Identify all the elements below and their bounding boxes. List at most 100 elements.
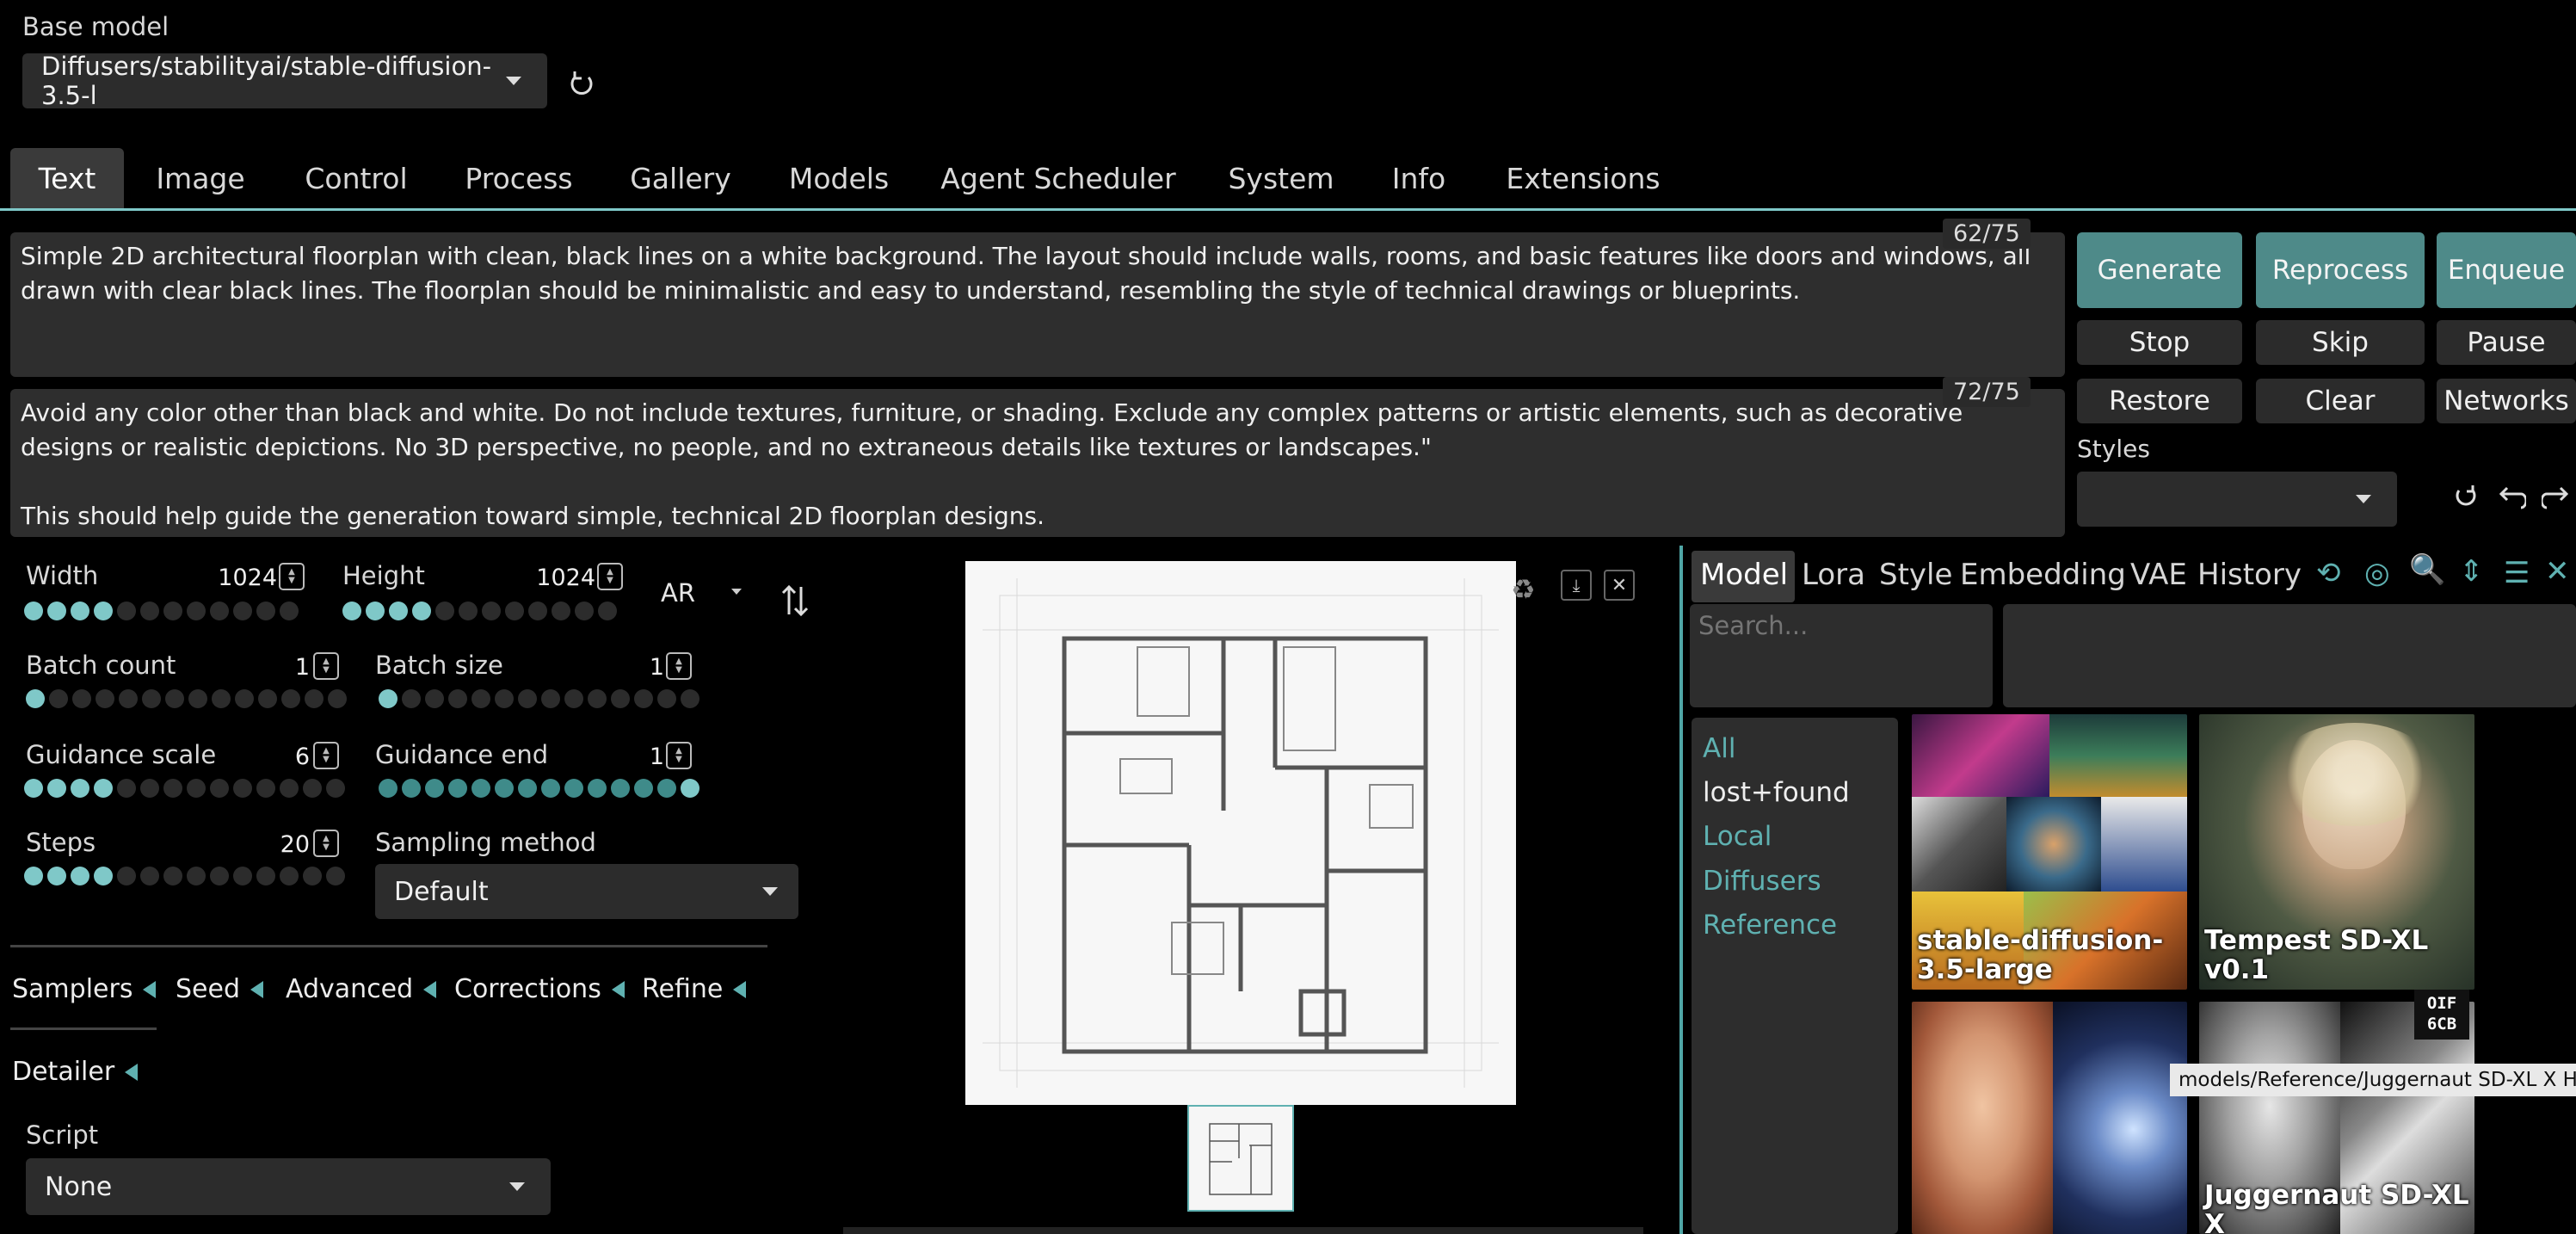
- width-value[interactable]: 1024: [198, 565, 277, 591]
- accordion-advanced[interactable]: Advanced: [286, 974, 437, 1004]
- clear-button[interactable]: Clear: [2256, 379, 2425, 423]
- width-stepper[interactable]: ▲ ▼: [279, 563, 305, 590]
- width-slider[interactable]: [24, 599, 303, 623]
- target-icon[interactable]: ◎: [2364, 556, 2390, 590]
- networks-button[interactable]: Networks: [2437, 379, 2576, 423]
- networks-tab-style[interactable]: Style: [1879, 558, 1952, 592]
- tab-control[interactable]: Control: [287, 148, 425, 208]
- chevron-down-icon: [762, 887, 778, 896]
- model-card-name: Tempest SD-XL v0.1: [2204, 925, 2429, 985]
- collapse-arrow-icon: [733, 980, 747, 998]
- networks-tab-model[interactable]: Model: [1700, 558, 1788, 592]
- model-card-name: Juggernaut SD-XL X: [2204, 1180, 2469, 1234]
- tab-agent-scheduler[interactable]: Agent Scheduler: [938, 148, 1179, 208]
- model-card-sd35[interactable]: stable-diffusion-3.5-large: [1912, 714, 2187, 990]
- tab-image[interactable]: Image: [138, 148, 263, 208]
- pause-button[interactable]: Pause: [2437, 320, 2576, 365]
- resize-vertical-icon[interactable]: ⇕: [2459, 554, 2484, 589]
- aspect-ratio-select[interactable]: AR: [661, 578, 695, 608]
- accordion-samplers[interactable]: Samplers: [12, 974, 157, 1004]
- script-label: Script: [26, 1120, 99, 1150]
- networks-tab-embedding[interactable]: Embedding: [1960, 558, 2126, 592]
- guidance-end-slider[interactable]: [379, 776, 704, 800]
- batch-count-stepper[interactable]: ▲ ▼: [313, 652, 339, 680]
- collapse-arrow-icon: [611, 980, 625, 998]
- stop-button[interactable]: Stop: [2077, 320, 2242, 365]
- tab-info[interactable]: Info: [1380, 148, 1457, 208]
- negative-prompt-input[interactable]: Avoid any color other than black and whi…: [10, 389, 2065, 537]
- undo-icon[interactable]: [2495, 482, 2528, 513]
- batch-size-label: Batch size: [375, 651, 503, 680]
- steps-value[interactable]: 20: [258, 831, 310, 858]
- prompt-token-counter: 62/75: [1943, 219, 2031, 249]
- output-thumbnail[interactable]: [1187, 1105, 1294, 1212]
- list-icon[interactable]: ☰: [2504, 556, 2530, 590]
- batch-count-slider[interactable]: [26, 687, 351, 711]
- category-lost-found[interactable]: lost+found: [1703, 777, 1850, 808]
- batch-size-value[interactable]: 1: [613, 654, 664, 681]
- close-icon[interactable]: ✕: [1604, 570, 1635, 601]
- tab-extensions[interactable]: Extensions: [1497, 148, 1669, 208]
- height-label: Height: [342, 561, 425, 590]
- search-icon[interactable]: 🔍: [2409, 552, 2445, 587]
- base-model-select[interactable]: Diffusers/stabilityai/stable-diffusion-3…: [22, 52, 547, 110]
- close-icon[interactable]: ✕: [2545, 554, 2570, 589]
- guidance-end-stepper[interactable]: ▲ ▼: [666, 742, 692, 769]
- recycle-icon[interactable]: ♻: [1511, 573, 1536, 606]
- networks-tab-lora[interactable]: Lora: [1802, 558, 1865, 592]
- skip-button[interactable]: Skip: [2256, 320, 2425, 365]
- tab-system[interactable]: System: [1217, 148, 1346, 208]
- accordion-refine[interactable]: Refine: [642, 974, 747, 1004]
- category-all[interactable]: All: [1703, 733, 1735, 764]
- output-image[interactable]: [965, 561, 1516, 1105]
- enqueue-button[interactable]: Enqueue: [2437, 232, 2576, 308]
- steps-stepper[interactable]: ▲ ▼: [313, 830, 339, 857]
- batch-size-slider[interactable]: [379, 687, 704, 711]
- redo-icon[interactable]: [2540, 482, 2573, 513]
- model-card-freckles[interactable]: [1912, 1002, 2187, 1234]
- restore-button[interactable]: Restore: [2077, 379, 2242, 423]
- download-icon[interactable]: ⤓: [1561, 570, 1592, 601]
- category-local[interactable]: Local: [1703, 821, 1772, 852]
- category-reference[interactable]: Reference: [1703, 910, 1837, 941]
- height-stepper[interactable]: ▲ ▼: [597, 563, 623, 590]
- tab-text[interactable]: Text: [10, 148, 124, 208]
- steps-slider[interactable]: [24, 864, 349, 888]
- tab-gallery[interactable]: Gallery: [616, 148, 745, 208]
- category-diffusers[interactable]: Diffusers: [1703, 866, 1821, 897]
- reprocess-button[interactable]: Reprocess: [2256, 232, 2425, 308]
- guidance-scale-stepper[interactable]: ▲ ▼: [313, 742, 339, 769]
- tab-models[interactable]: Models: [774, 148, 903, 208]
- refresh-icon[interactable]: [564, 67, 599, 102]
- networks-search-input[interactable]: [1690, 604, 1993, 707]
- refresh-icon[interactable]: ⟲: [2316, 556, 2341, 590]
- networks-tab-history[interactable]: History: [2197, 558, 2302, 592]
- collapse-arrow-icon: [250, 980, 263, 998]
- sampling-method-select[interactable]: Default: [375, 864, 798, 919]
- generate-button[interactable]: Generate: [2077, 232, 2242, 308]
- model-badge: OIF 6CB: [2414, 990, 2469, 1040]
- styles-select[interactable]: [2077, 472, 2397, 527]
- accordion-detailer[interactable]: Detailer: [12, 1057, 139, 1087]
- tab-process[interactable]: Process: [456, 148, 582, 208]
- reset-styles-icon[interactable]: [2450, 482, 2481, 513]
- swap-dimensions-icon[interactable]: [780, 582, 810, 620]
- script-select[interactable]: None: [26, 1158, 551, 1215]
- accordion-corrections[interactable]: Corrections: [454, 974, 625, 1004]
- networks-tab-vae[interactable]: VAE: [2130, 558, 2187, 592]
- prompt-input[interactable]: Simple 2D architectural floorplan with c…: [10, 232, 2065, 377]
- height-value[interactable]: 1024: [516, 565, 595, 591]
- guidance-end-value[interactable]: 1: [613, 743, 664, 770]
- guidance-scale-slider[interactable]: [24, 776, 349, 800]
- batch-size-stepper[interactable]: ▲ ▼: [666, 652, 692, 680]
- networks-description-box[interactable]: [2003, 604, 2576, 707]
- model-card-tempest[interactable]: Tempest SD-XL v0.1: [2199, 714, 2474, 990]
- sampling-method-label: Sampling method: [375, 828, 596, 857]
- batch-count-value[interactable]: 1: [258, 654, 310, 681]
- thumbnail-strip-edge: [843, 1227, 1643, 1234]
- height-slider[interactable]: [342, 599, 621, 623]
- networks-panel-divider[interactable]: [1679, 546, 1683, 1234]
- guidance-scale-value[interactable]: 6: [258, 743, 310, 770]
- model-card-name: stable-diffusion-3.5-large: [1917, 925, 2164, 985]
- accordion-seed[interactable]: Seed: [176, 974, 263, 1004]
